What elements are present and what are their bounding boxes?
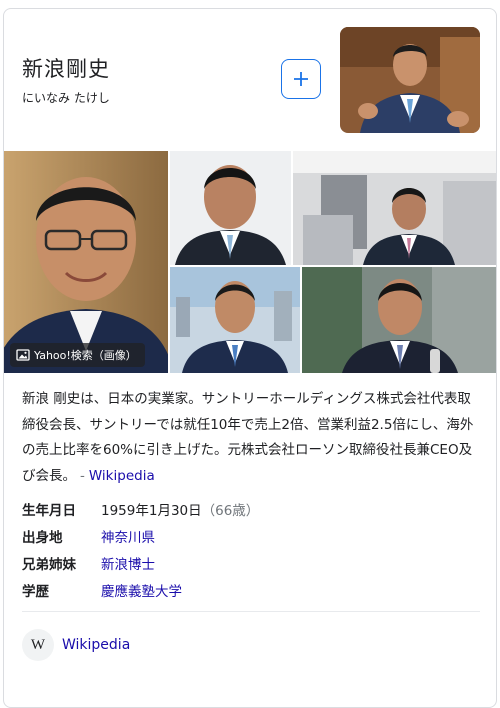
gallery-image-4[interactable] (170, 267, 300, 373)
image-icon (16, 349, 30, 361)
description-source-link[interactable]: Wikipedia (89, 468, 155, 484)
gallery-image-2[interactable] (170, 151, 291, 265)
fact-row-birthplace: 出身地 神奈川県 (22, 522, 259, 549)
image-source-label: Yahoo!検索（画像） (34, 349, 137, 362)
fact-value-link[interactable]: 慶應義塾大学 (101, 580, 182, 600)
gallery-image-3[interactable] (293, 151, 496, 265)
fact-key: 出身地 (22, 529, 63, 546)
image-gallery: Yahoo!検索（画像） (4, 151, 496, 373)
wikipedia-label: Wikipedia (62, 637, 131, 653)
gallery-image-5[interactable] (302, 267, 496, 373)
add-button[interactable] (281, 59, 321, 99)
wikipedia-icon: W (22, 629, 54, 661)
entity-description: 新浪 剛史は、日本の実業家。サントリーホールディングス株式会社代表取締役会長、サ… (22, 387, 482, 489)
fact-value-link[interactable]: 神奈川県 (101, 526, 155, 546)
fact-value: 1959年1月30日 (101, 502, 202, 519)
fact-key: 兄弟姉妹 (22, 556, 76, 573)
knowledge-panel: 新浪剛史 にいなみ たけし Yahoo!検索（画像） 新浪 剛史は、日本の実業家… (3, 8, 497, 708)
fact-row-siblings: 兄弟姉妹 新浪博士 (22, 549, 259, 576)
fact-row-birthdate: 生年月日 1959年1月30日 （66歳） (22, 495, 259, 522)
entity-title: 新浪剛史 (22, 57, 110, 81)
image-source-badge[interactable]: Yahoo!検索（画像） (10, 343, 145, 367)
fact-value-link[interactable]: 新浪博士 (101, 553, 155, 573)
fact-key: 学歴 (22, 583, 49, 600)
plus-icon (294, 72, 308, 86)
fact-row-education: 学歴 慶應義塾大学 (22, 576, 259, 603)
divider (22, 611, 480, 612)
description-dash: - (80, 467, 85, 484)
wikipedia-source-link[interactable]: W Wikipedia (22, 629, 130, 661)
profile-photo[interactable] (340, 27, 480, 133)
gallery-image-1[interactable]: Yahoo!検索（画像） (4, 151, 168, 373)
fact-key: 生年月日 (22, 502, 76, 519)
fact-extra: （66歳） (201, 502, 260, 519)
facts-list: 生年月日 1959年1月30日 （66歳） 出身地 神奈川県 兄弟姉妹 新浪博士… (22, 495, 259, 603)
entity-reading: にいなみ たけし (22, 91, 110, 105)
